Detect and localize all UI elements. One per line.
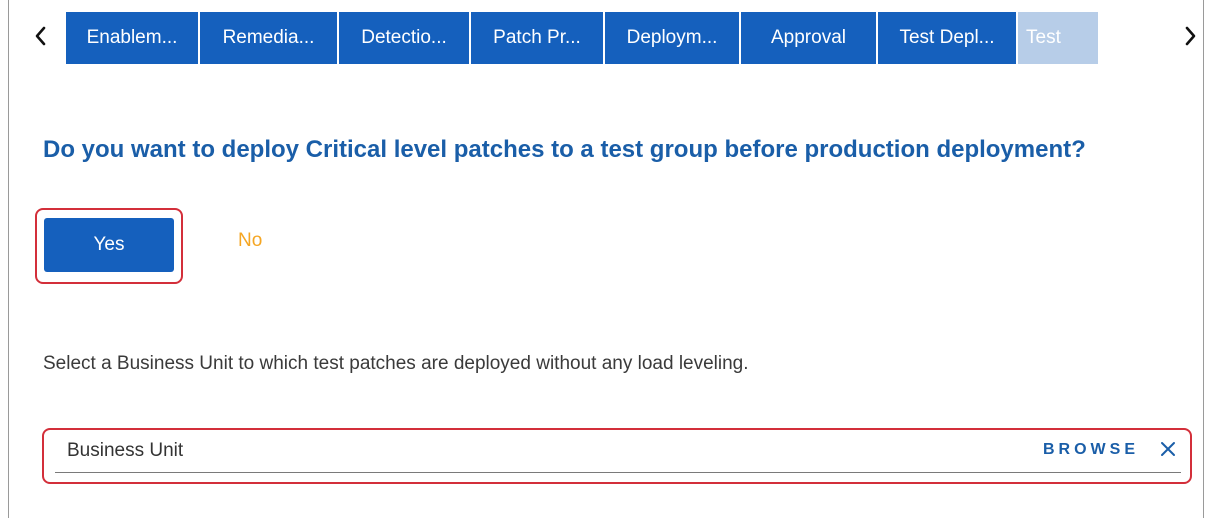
tab-test[interactable]: Test <box>1018 12 1098 64</box>
tab-enablement[interactable]: Enablem... <box>66 12 198 64</box>
step-tabs: Enablem... Remedia... Detectio... Patch … <box>66 12 1180 64</box>
browse-button[interactable]: BROWSE <box>1043 441 1139 459</box>
close-icon[interactable] <box>1157 438 1179 460</box>
tab-patch-process[interactable]: Patch Pr... <box>471 12 603 64</box>
tab-detection[interactable]: Detectio... <box>339 12 469 64</box>
tab-remediation[interactable]: Remedia... <box>200 12 337 64</box>
business-unit-field: BROWSE <box>55 428 1181 473</box>
chevron-right-icon <box>1185 26 1196 46</box>
yes-button[interactable]: Yes <box>44 218 174 272</box>
tab-test-deployment[interactable]: Test Depl... <box>878 12 1016 64</box>
wizard-panel: Enablem... Remedia... Detectio... Patch … <box>8 0 1204 518</box>
scroll-tabs-right-button[interactable] <box>1177 12 1203 60</box>
tab-deployment[interactable]: Deploym... <box>605 12 739 64</box>
business-unit-input[interactable] <box>67 436 967 466</box>
business-unit-description: Select a Business Unit to which test pat… <box>43 353 749 374</box>
scroll-tabs-left-button[interactable] <box>21 12 61 60</box>
no-button[interactable]: No <box>238 230 262 252</box>
tab-bar: Enablem... Remedia... Detectio... Patch … <box>9 0 1203 72</box>
page-question: Do you want to deploy Critical level pat… <box>43 136 1086 163</box>
tab-approval[interactable]: Approval <box>741 12 876 64</box>
chevron-left-icon <box>35 26 46 46</box>
